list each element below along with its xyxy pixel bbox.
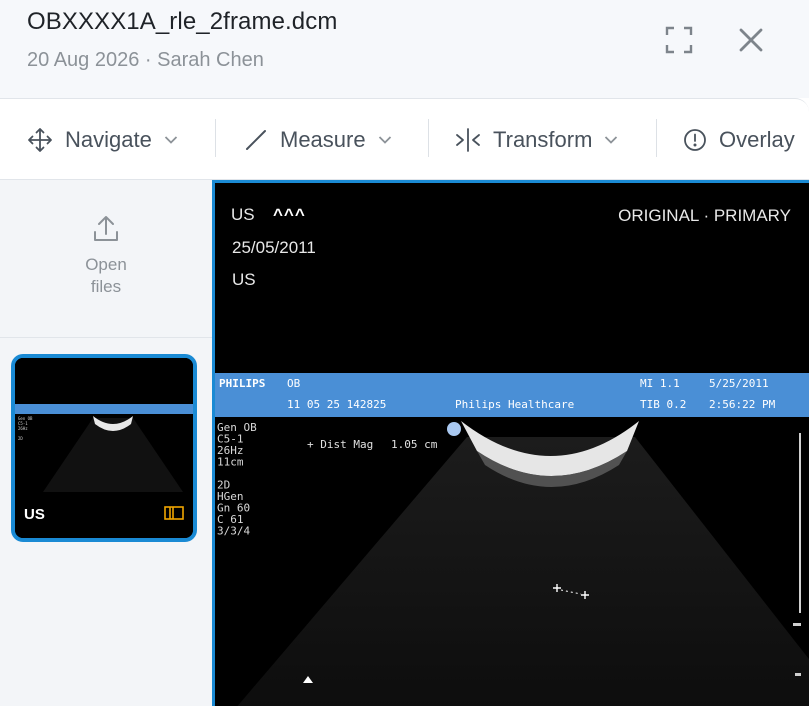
banner-brand: PHILIPS [219,377,265,390]
chevron-down-icon [378,136,391,144]
overlay-image-type: ORIGINAL · PRIMARY [618,206,791,225]
header: OBXXXX1A_rle_2frame.dcm 20 Aug 2026 · Sa… [0,0,809,98]
line-measure-icon [246,130,266,150]
transform-label: Transform [493,127,593,152]
file-title: OBXXXX1A_rle_2frame.dcm [27,8,338,35]
measure-readout-value: 1.05 cm [391,438,438,451]
thumbnail-footer: US [15,492,193,538]
close-button[interactable] [731,20,771,60]
overlay-patient-name: ^^^ [273,205,306,224]
burned-in-param: 3/3/4 [217,525,250,538]
series-sidebar: Open files Gen OB C5-1 26Hz 2D US [0,180,212,706]
burned-in-param: 11cm [217,456,244,469]
svg-text:2D: 2D [18,436,23,441]
measure-readout-label: + Dist Mag [307,438,373,451]
navigate-label: Navigate [65,127,152,152]
chevron-down-icon [164,136,177,144]
thumbnail-image: Gen OBC5-126Hz2D [15,358,193,492]
banner-mi: MI 1.1 [640,377,680,390]
open-files-label: Open files [85,255,127,296]
banner-tib: TIB 0.2 [640,398,686,411]
overlay-tool[interactable]: Overlay [683,119,795,161]
open-files-button[interactable]: Open files [0,180,212,338]
chevron-down-icon [605,136,618,144]
fullscreen-icon [665,26,693,54]
overlay-modality: US [231,205,255,224]
image-viewport[interactable]: US ^^^ 25/05/2011 US ORIGINAL · PRIMARY … [212,180,809,706]
measure-label: Measure [280,127,366,152]
thumbnail-modality: US [24,506,45,523]
info-circle-icon [684,129,706,151]
overlay-study-date: 25/05/2011 [232,238,316,257]
banner-exam: OB [287,377,301,390]
toolbar: Navigate Measure Transform Overlay [0,98,809,180]
flip-icon [456,128,480,152]
toolbar-divider [656,119,657,157]
toolbar-divider [215,119,216,157]
file-subtitle: 20 Aug 2026 · Sarah Chen [27,49,264,71]
banner-id: 11 05 25 142825 [287,398,386,411]
series-thumbnail[interactable]: Gen OB C5-1 26Hz 2D US [11,354,197,542]
move-icon [28,128,52,152]
banner-date: 5/25/2011 [709,377,769,390]
close-icon [739,28,763,52]
fullscreen-button[interactable] [659,20,699,60]
navigate-tool[interactable]: Navigate [27,119,178,161]
measure-tool[interactable]: Measure [244,119,392,161]
overlay-label: Overlay [719,127,795,152]
transform-tool[interactable]: Transform [455,119,618,161]
series-stack-icon [164,506,184,520]
toolbar-divider [428,119,429,157]
upload-icon [94,216,118,241]
svg-text:26Hz: 26Hz [18,426,28,431]
ultrasound-image: PHILIPS OB MI 1.1 5/25/2011 11 05 25 142… [215,373,809,706]
banner-time: 2:56:22 PM [709,398,776,411]
banner-vendor: Philips Healthcare [455,398,574,411]
overlay-modality-line: US [232,270,256,289]
